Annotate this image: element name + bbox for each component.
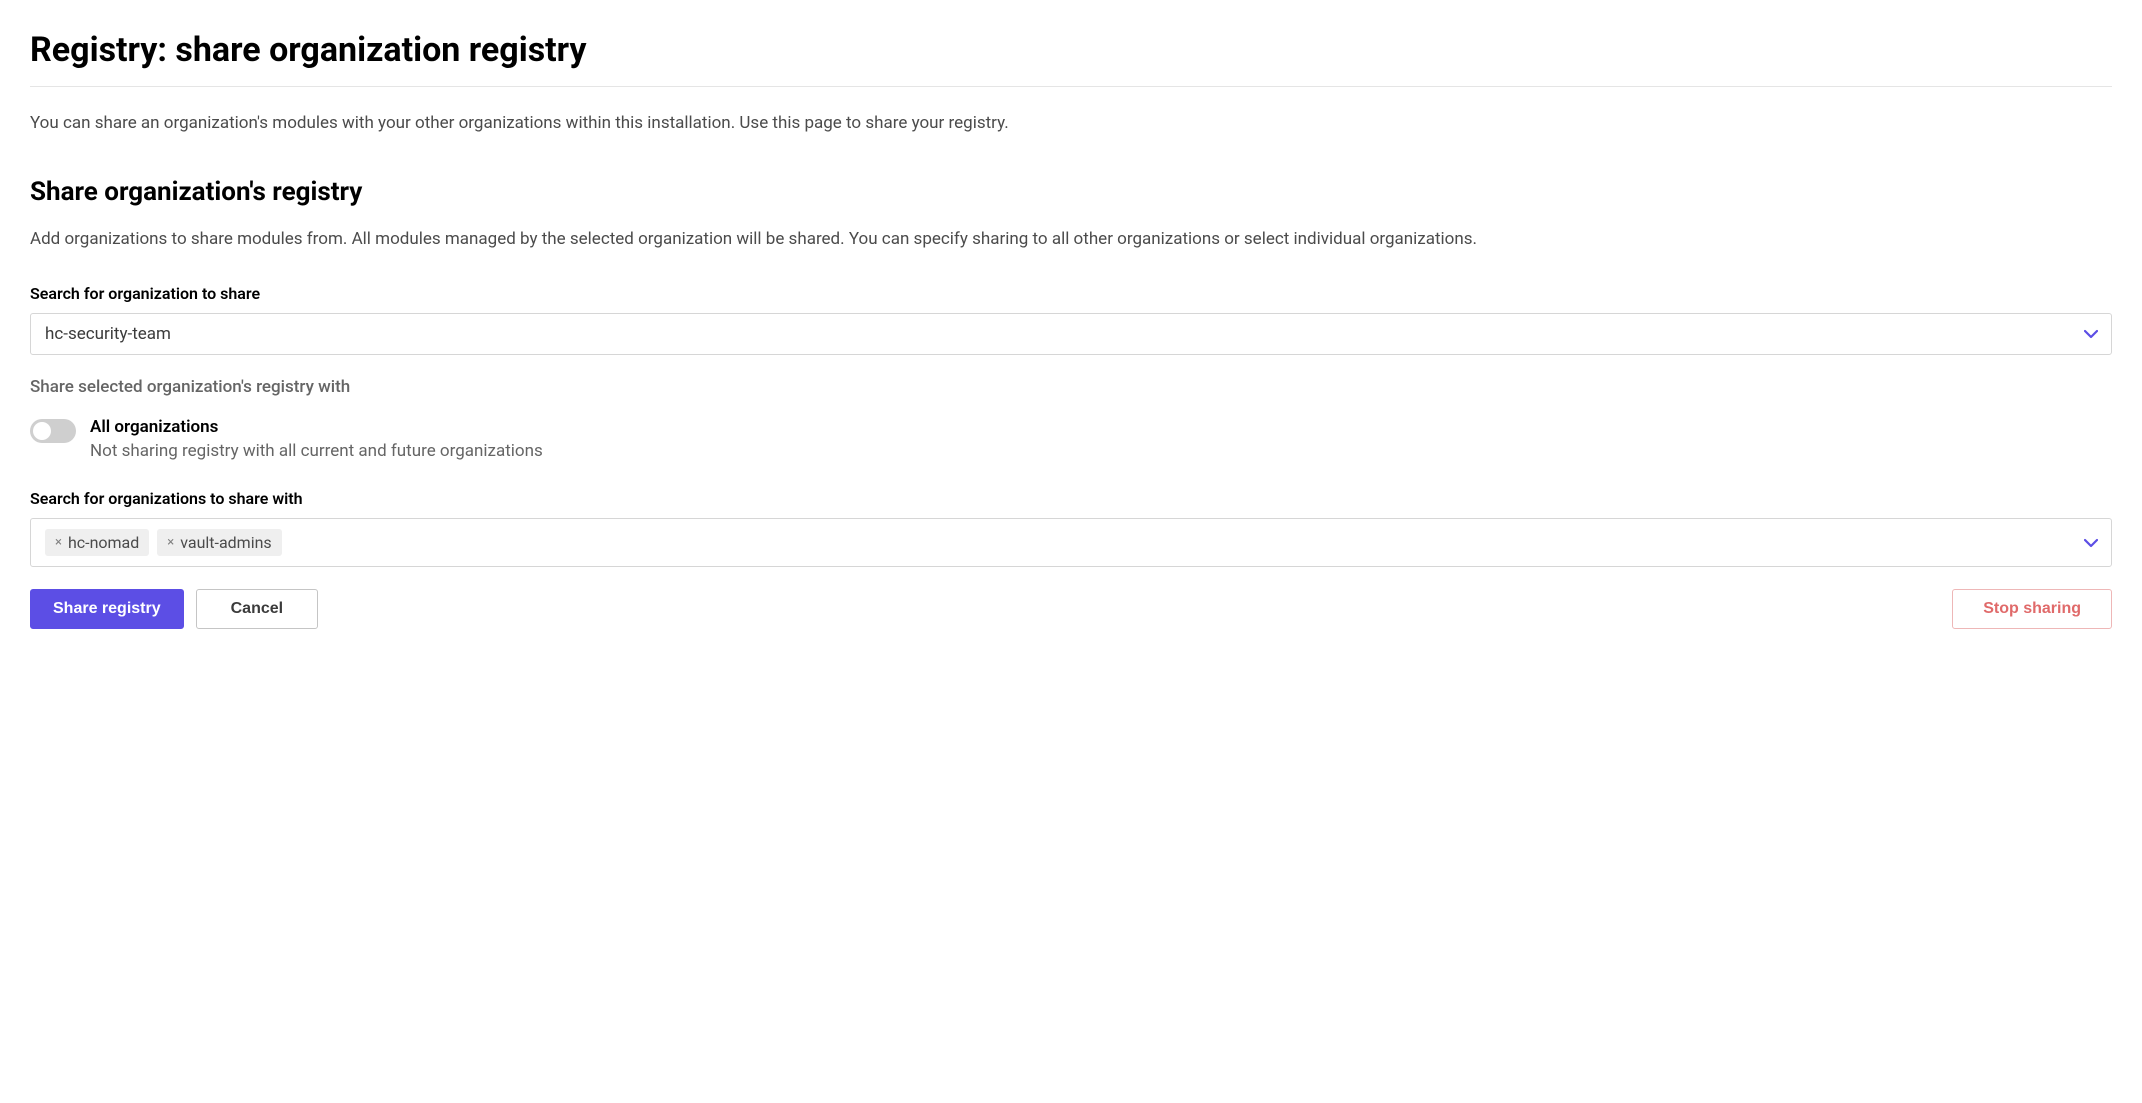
- tag-hc-nomad: × hc-nomad: [45, 529, 149, 556]
- share-with-label: Share selected organization's registry w…: [30, 377, 2112, 397]
- page-title: Registry: share organization registry: [30, 30, 2112, 87]
- source-org-label: Search for organization to share: [30, 284, 2112, 303]
- tag-vault-admins: × vault-admins: [157, 529, 281, 556]
- button-row: Share registry Cancel Stop sharing: [30, 589, 2112, 629]
- tag-label: hc-nomad: [68, 533, 139, 552]
- toggle-text: All organizations Not sharing registry w…: [90, 417, 543, 461]
- target-orgs-label: Search for organizations to share with: [30, 489, 2112, 508]
- tags-wrapper: × hc-nomad × vault-admins: [45, 529, 282, 556]
- page-description: You can share an organization's modules …: [30, 111, 2112, 137]
- source-org-select[interactable]: hc-security-team: [30, 313, 2112, 355]
- share-registry-button[interactable]: Share registry: [30, 589, 184, 629]
- cancel-button[interactable]: Cancel: [196, 589, 318, 629]
- all-orgs-toggle-row: All organizations Not sharing registry w…: [30, 417, 2112, 461]
- target-orgs-select[interactable]: × hc-nomad × vault-admins: [30, 518, 2112, 567]
- tag-remove-icon[interactable]: ×: [167, 536, 174, 549]
- toggle-knob: [33, 422, 51, 440]
- tag-label: vault-admins: [180, 533, 271, 552]
- tag-remove-icon[interactable]: ×: [55, 536, 62, 549]
- source-org-value: hc-security-team: [45, 324, 171, 344]
- all-orgs-toggle[interactable]: [30, 419, 76, 443]
- section-heading: Share organization's registry: [30, 177, 2112, 207]
- stop-sharing-button[interactable]: Stop sharing: [1952, 589, 2112, 629]
- toggle-subtitle: Not sharing registry with all current an…: [90, 441, 543, 461]
- toggle-title: All organizations: [90, 417, 543, 437]
- section-description: Add organizations to share modules from.…: [30, 227, 2112, 253]
